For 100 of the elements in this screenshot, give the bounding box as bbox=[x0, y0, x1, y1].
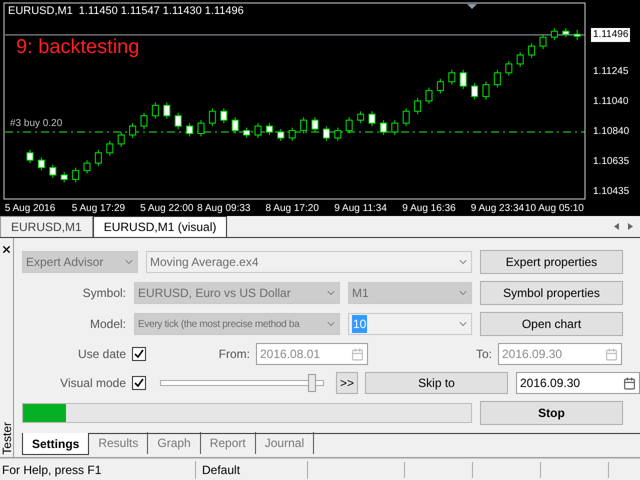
date-field[interactable]: 2016.09.30 bbox=[516, 372, 640, 394]
time-tick: 5 Aug 2016 bbox=[4, 202, 56, 216]
tester-tab[interactable]: Report bbox=[200, 432, 256, 454]
time-tick: 8 Aug 09:33 bbox=[197, 202, 250, 216]
scroll-left-icon[interactable] bbox=[614, 223, 619, 230]
candle bbox=[540, 34, 546, 50]
tester-tab[interactable]: Results bbox=[89, 432, 148, 454]
checkbox-label: Use date bbox=[76, 346, 126, 364]
candle bbox=[152, 102, 159, 120]
chart-ohlc: 1.11450 1.11547 1.11430 1.11496 bbox=[78, 4, 244, 19]
order-label: #3 buy 0.20 bbox=[10, 118, 62, 130]
candle bbox=[243, 127, 250, 138]
price-tick: 1.11245 bbox=[593, 66, 628, 78]
close-icon[interactable] bbox=[1, 244, 12, 256]
time-tick: 9 Aug 11:34 bbox=[334, 202, 387, 216]
candle bbox=[49, 164, 56, 178]
candle bbox=[84, 160, 90, 174]
candle bbox=[312, 116, 318, 133]
candle bbox=[471, 82, 478, 100]
time-tick: 8 Aug 17:20 bbox=[266, 202, 319, 216]
candle bbox=[254, 122, 262, 138]
candle bbox=[38, 156, 45, 172]
candle bbox=[220, 108, 228, 124]
field-label: Symbol: bbox=[82, 285, 126, 302]
candle bbox=[118, 132, 125, 148]
calendar-icon bbox=[351, 348, 364, 361]
candle bbox=[60, 172, 68, 183]
time-tick: 10 Aug 05:10 bbox=[524, 202, 584, 216]
button[interactable]: Expert properties bbox=[480, 250, 623, 274]
speed-slider[interactable] bbox=[160, 374, 324, 392]
candle bbox=[414, 97, 422, 115]
candle bbox=[574, 29, 581, 41]
button[interactable]: Open chart bbox=[480, 312, 623, 336]
skip-button[interactable]: Skip to bbox=[365, 372, 508, 394]
candle bbox=[494, 69, 501, 88]
dropdown[interactable]: 10 bbox=[348, 313, 472, 336]
tester-tab[interactable]: Journal bbox=[256, 432, 314, 454]
dropdown-value: Expert Advisor bbox=[26, 254, 104, 272]
candle bbox=[562, 28, 570, 38]
candle bbox=[357, 110, 364, 124]
candle bbox=[516, 52, 524, 68]
candle bbox=[186, 122, 194, 137]
candle bbox=[26, 149, 34, 164]
candle bbox=[174, 112, 182, 130]
time-tick: 5 Aug 22:00 bbox=[140, 202, 194, 216]
field-label: Model: bbox=[88, 316, 126, 334]
chart-tab[interactable]: EURUSD,M1 bbox=[0, 216, 93, 238]
candle bbox=[402, 108, 410, 127]
shift-marker-icon bbox=[467, 4, 477, 9]
candle bbox=[368, 110, 376, 127]
candle bbox=[208, 108, 216, 127]
field-label: From: bbox=[218, 346, 251, 364]
dropdown-value: 10 bbox=[352, 315, 368, 334]
candle bbox=[334, 127, 342, 142]
fast-forward-button[interactable]: >> bbox=[336, 372, 358, 394]
price-tick: 1.10635 bbox=[593, 156, 630, 168]
status-text: For Help, press F1 bbox=[0, 460, 196, 479]
dropdown-value: EURUSD, Euro vs US Dollar bbox=[138, 285, 291, 302]
overlay-text: 9: backtesting bbox=[16, 35, 140, 60]
dropdown-value: M1 bbox=[352, 285, 369, 302]
candle bbox=[505, 60, 512, 76]
candle bbox=[288, 127, 296, 142]
candle bbox=[391, 120, 398, 136]
candle bbox=[380, 120, 387, 136]
candle bbox=[72, 167, 80, 183]
candle bbox=[482, 81, 490, 100]
dropdown-value: Every tick (the most precise method ba bbox=[138, 318, 300, 332]
candle bbox=[426, 87, 432, 104]
field-label: To: bbox=[474, 346, 493, 364]
button[interactable]: Stop bbox=[480, 401, 623, 426]
scroll-right-icon[interactable] bbox=[628, 223, 633, 230]
status-text: Default bbox=[196, 460, 308, 479]
calendar-icon bbox=[623, 376, 636, 390]
candle bbox=[346, 116, 353, 134]
time-tick: 9 Aug 16:36 bbox=[402, 202, 456, 216]
price-tick: 1.10435 bbox=[593, 186, 630, 198]
candle bbox=[106, 140, 114, 156]
candle bbox=[198, 120, 204, 137]
price-tick: 1.10840 bbox=[593, 126, 630, 138]
checkbox[interactable] bbox=[132, 376, 146, 390]
checkbox-label: Visual mode bbox=[59, 375, 126, 392]
tester-tab[interactable]: Graph bbox=[148, 432, 201, 454]
chart-tab[interactable]: EURUSD,M1 (visual) bbox=[92, 216, 228, 238]
candle bbox=[277, 128, 284, 142]
time-tick: 5 Aug 17:29 bbox=[72, 202, 126, 216]
side-label: Tester bbox=[0, 422, 14, 456]
dropdown[interactable]: Moving Average.ex4 bbox=[146, 251, 472, 274]
candle bbox=[460, 69, 467, 90]
price-tag: 1.11496 bbox=[591, 28, 630, 42]
candle bbox=[528, 42, 536, 58]
tester-tab[interactable]: Settings bbox=[22, 433, 90, 456]
candle bbox=[550, 28, 558, 41]
price-tick: 1.11040 bbox=[593, 96, 628, 108]
time-tick: 9 Aug 23:34 bbox=[470, 202, 524, 216]
candle bbox=[94, 149, 102, 167]
candle bbox=[322, 126, 330, 142]
button[interactable]: Symbol properties bbox=[480, 281, 623, 306]
checkbox[interactable] bbox=[132, 347, 146, 362]
slider-thumb[interactable] bbox=[308, 374, 316, 392]
candle bbox=[448, 69, 456, 86]
